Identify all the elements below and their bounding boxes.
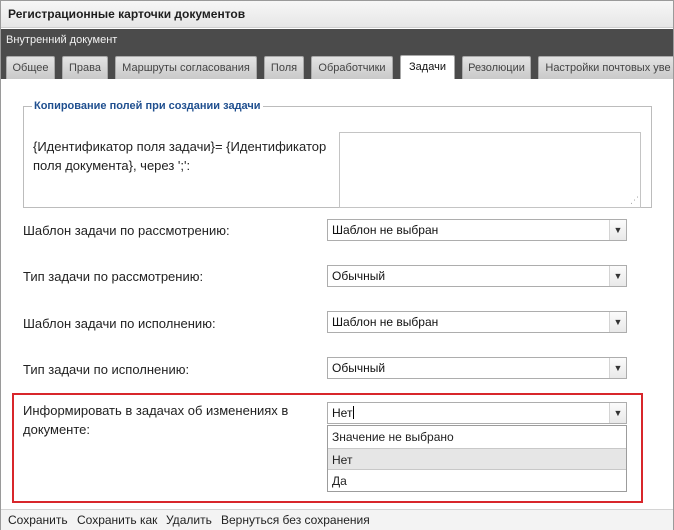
save-as-button[interactable]: Сохранить как (77, 511, 157, 530)
dropdown-option-not-selected[interactable]: Значение не выбрано (328, 426, 626, 448)
window-title: Регистрационные карточки документов (1, 1, 673, 28)
review-template-select[interactable]: Шаблон не выбран ▼ (327, 219, 627, 241)
exec-template-label: Шаблон задачи по исполнению: (23, 316, 216, 331)
chevron-down-icon: ▼ (609, 220, 626, 240)
review-type-label: Тип задачи по рассмотрению: (23, 269, 204, 284)
save-button[interactable]: Сохранить (8, 511, 68, 530)
dropdown-option-yes[interactable]: Да (328, 470, 626, 492)
exec-type-label: Тип задачи по исполнению: (23, 362, 190, 377)
registration-cards-window: Регистрационные карточки документов Внут… (0, 0, 674, 530)
copy-fields-group: Копирование полей при создании задачи {И… (23, 100, 652, 208)
chevron-down-icon: ▼ (609, 312, 626, 332)
tab-bar: Общее Права Маршруты согласования Поля О… (1, 51, 673, 79)
review-type-select[interactable]: Обычный ▼ (327, 265, 627, 287)
copy-fields-label: {Идентификатор поля задачи}= {Идентифика… (33, 139, 327, 173)
exec-type-select[interactable]: Обычный ▼ (327, 357, 627, 379)
text-cursor (353, 406, 355, 419)
tab-resolutions[interactable]: Резолюции (462, 56, 531, 79)
inform-changes-dropdown-list: Значение не выбрано Нет Да (327, 425, 627, 492)
tab-rights[interactable]: Права (62, 56, 108, 79)
tab-mail-notification-settings[interactable]: Настройки почтовых уве (538, 56, 673, 79)
exec-template-value: Шаблон не выбран (332, 315, 439, 329)
document-type-label: Внутренний документ (1, 29, 673, 51)
tab-approval-routes[interactable]: Маршруты согласования (115, 56, 257, 79)
tasks-tab-content: Копирование полей при создании задачи {И… (1, 79, 673, 509)
inform-changes-value: Нет (332, 406, 353, 420)
copy-fields-textarea[interactable]: ⋰ (339, 132, 641, 208)
inform-changes-select[interactable]: Нет ▼ (327, 402, 627, 424)
footer-toolbar: Сохранить Сохранить как Удалить Вернутьс… (1, 509, 673, 530)
review-type-value: Обычный (332, 269, 386, 283)
review-template-label: Шаблон задачи по рассмотрению: (23, 223, 230, 238)
tab-general[interactable]: Общее (6, 56, 55, 79)
tab-fields[interactable]: Поля (264, 56, 304, 79)
dropdown-option-no[interactable]: Нет (328, 448, 626, 470)
exec-template-select[interactable]: Шаблон не выбран ▼ (327, 311, 627, 333)
back-without-saving-button[interactable]: Вернуться без сохранения (221, 511, 370, 530)
tab-handlers[interactable]: Обработчики (311, 56, 393, 79)
chevron-down-icon: ▼ (609, 358, 626, 378)
delete-button[interactable]: Удалить (166, 511, 212, 530)
review-template-value: Шаблон не выбран (332, 223, 439, 237)
chevron-down-icon: ▼ (609, 266, 626, 286)
resize-grip-icon[interactable]: ⋰ (628, 195, 639, 205)
chevron-down-icon: ▼ (609, 403, 626, 423)
tab-tasks[interactable]: Задачи (400, 55, 455, 79)
exec-type-value: Обычный (332, 361, 386, 375)
copy-fields-legend: Копирование полей при создании задачи (34, 100, 261, 112)
inform-changes-label: Информировать в задачах об изменениях в … (23, 403, 289, 437)
